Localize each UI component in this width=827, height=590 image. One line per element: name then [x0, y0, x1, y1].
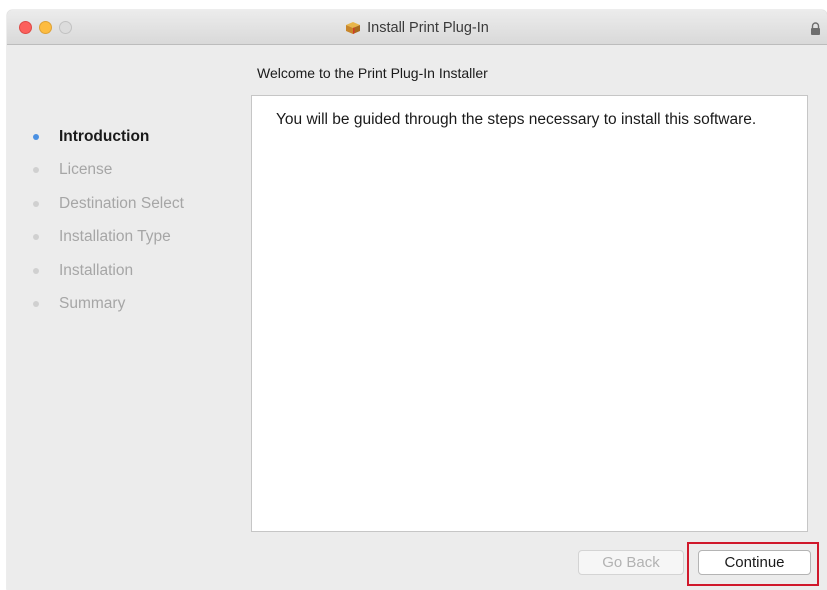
step-installation-type: Installation Type	[30, 221, 230, 255]
continue-button[interactable]: Continue	[698, 550, 811, 575]
step-label: Installation Type	[59, 228, 171, 246]
step-installation: Installation	[30, 254, 230, 288]
step-label: Installation	[59, 261, 134, 279]
window-title-group: Install Print Plug-In	[7, 10, 827, 45]
step-label: Destination Select	[59, 194, 184, 212]
step-license: License	[30, 154, 230, 188]
step-indicator	[33, 267, 39, 274]
step-indicator	[33, 301, 39, 308]
step-indicator	[33, 200, 39, 207]
step-indicator	[33, 167, 39, 174]
steps-sidebar: Introduction License Destination Select …	[30, 120, 230, 321]
step-label: License	[59, 161, 113, 179]
intro-text: You will be guided through the steps nec…	[276, 111, 757, 128]
step-active-indicator	[33, 133, 39, 140]
window-title: Install Print Plug-In	[367, 19, 489, 36]
step-indicator	[33, 234, 39, 241]
page-heading: Welcome to the Print Plug-In Installer	[257, 65, 488, 81]
step-destination-select: Destination Select	[30, 187, 230, 221]
step-introduction: Introduction	[30, 120, 230, 154]
step-label: Summary	[59, 295, 126, 313]
step-label: Introduction	[59, 127, 150, 145]
content-panel: You will be guided through the steps nec…	[251, 95, 808, 532]
lock-icon	[810, 22, 821, 35]
installer-window: Install Print Plug-In Welcome to the Pri…	[7, 10, 827, 590]
go-back-button[interactable]: Go Back	[578, 550, 684, 575]
step-summary: Summary	[30, 288, 230, 322]
title-bar: Install Print Plug-In	[7, 10, 827, 45]
package-icon	[345, 21, 361, 35]
